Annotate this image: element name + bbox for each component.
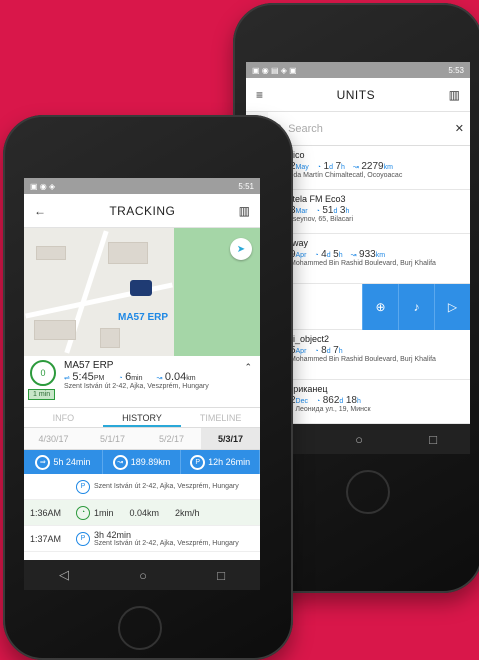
tab-info[interactable]: INFO [24,408,103,427]
back-phone-home-button[interactable] [346,470,390,514]
map-unit-label: MA57 ERP [118,312,169,323]
back-arrow-icon[interactable]: ← [34,204,46,218]
page-title: TRACKING [109,203,176,218]
status-pill: 1 min [28,389,56,400]
unit-address: Szent István út 2-42, Ajka, Veszprém, Hu… [64,383,209,390]
unit-name: Segway [276,238,466,248]
front-phone-home-button[interactable] [118,606,162,650]
units-app-bar: ≡ UNITS ▥ [246,78,470,112]
chevron-up-icon[interactable]: ⌃ [244,362,252,373]
vehicle-marker-icon[interactable] [130,280,152,296]
tracking-screen: ▣ ◉ ◈ 5:51 ← TRACKING ▥ MA57 ERP ➤ 0 1 m… [24,178,260,590]
home-nav-icon[interactable]: ○ [139,568,147,583]
trip-icon: ◔ [76,505,90,520]
parking-icon: P [190,454,206,470]
notification-icons: ▣ ◉ ▤ ◈ ▣ [252,65,297,75]
unit-address: Avenida Martín Chimaltecatl, Ocoyoacac [276,172,403,179]
locate-icon[interactable]: ⊕ [362,284,398,330]
unit-name: Американец [276,384,328,394]
status-bar: ▣ ◉ ◈ 5:51 [24,178,260,194]
history-row[interactable]: 1:36AM ◔ 1min 0.04km 2km/h [24,500,260,526]
unit-card[interactable]: 0 1 min MA57 ERP ⇌ 5:45PM ◔ 6min ↝ 0.04k… [24,356,260,408]
navigation-arrow-icon[interactable]: ➤ [230,238,252,260]
home-nav-icon[interactable]: ○ [355,432,363,447]
tab-history[interactable]: HISTORY [102,408,182,427]
close-icon[interactable]: ✕ [455,122,464,135]
recents-nav-icon[interactable]: □ [429,432,437,447]
history-row[interactable]: P Szent István út 2-42, Ajka, Veszprém, … [24,474,260,500]
unit-address: Беды Леонида ул., 19, Минск [276,406,371,413]
date-option-selected[interactable]: 5/3/17 [201,428,260,449]
play-icon[interactable]: ▷ [434,284,470,330]
moving-icon: ⇒ [35,454,51,470]
parking-icon: P [76,479,90,494]
parking-icon: P [76,531,90,546]
menu-icon[interactable]: ≡ [256,88,263,102]
date-option[interactable]: 5/2/17 [142,428,201,449]
unit-name: MA57 ERP [64,360,114,371]
back-nav-icon[interactable]: ◁ [59,567,69,583]
history-summary: ⇒ 5h 24min ↝ 189.89km P 12h 26min [24,450,260,474]
history-list: P Szent István út 2-42, Ajka, Veszprém, … [24,474,260,552]
tab-bar: INFO HISTORY TIMELINE [24,408,260,428]
tracking-app-bar: ← TRACKING ▥ [24,194,260,228]
date-option[interactable]: 5/1/17 [83,428,142,449]
unit-name: Mexico [276,150,466,160]
history-address: Szent István út 2-42, Ajka, Veszprém, Hu… [94,483,239,490]
search-input[interactable]: ⚲ Search ✕ [268,112,470,145]
unit-address: V. Huseynov, 65, Bilacari [276,216,354,223]
android-nav-bar: ◁ ○ □ [24,560,260,590]
status-time: 5:53 [448,65,464,75]
notification-icons: ▣ ◉ ◈ [30,181,56,191]
history-row[interactable]: 1:37AM P 3h 42min Szent István út 2-42, … [24,526,260,552]
tab-timeline[interactable]: TIMELINE [181,408,260,427]
bell-icon[interactable]: ♪ [398,284,434,330]
unit-name: yami_object2 [276,334,330,344]
distance-icon: ↝ [112,454,128,470]
map-icon[interactable]: ▥ [449,88,460,102]
date-option[interactable]: 4/30/17 [24,428,83,449]
unit-name: Ruptela FM Eco3 [276,194,346,204]
recents-nav-icon[interactable]: □ [217,568,225,583]
page-title: UNITS [336,87,376,102]
status-bar: ▣ ◉ ▤ ◈ ▣ 5:53 [246,62,470,78]
map-icon[interactable]: ▥ [239,204,250,218]
unit-address: Shk Mohammed Bin Rashid Boulevard, Burj … [276,356,436,363]
status-time: 5:51 [238,181,254,191]
unit-address: Shk Mohammed Bin Rashid Boulevard, Burj … [276,260,436,267]
unit-status-badge: 0 [30,360,56,386]
date-selector: 4/30/17 5/1/17 5/2/17 5/3/17 [24,428,260,450]
map-view[interactable]: MA57 ERP ➤ [24,228,260,356]
